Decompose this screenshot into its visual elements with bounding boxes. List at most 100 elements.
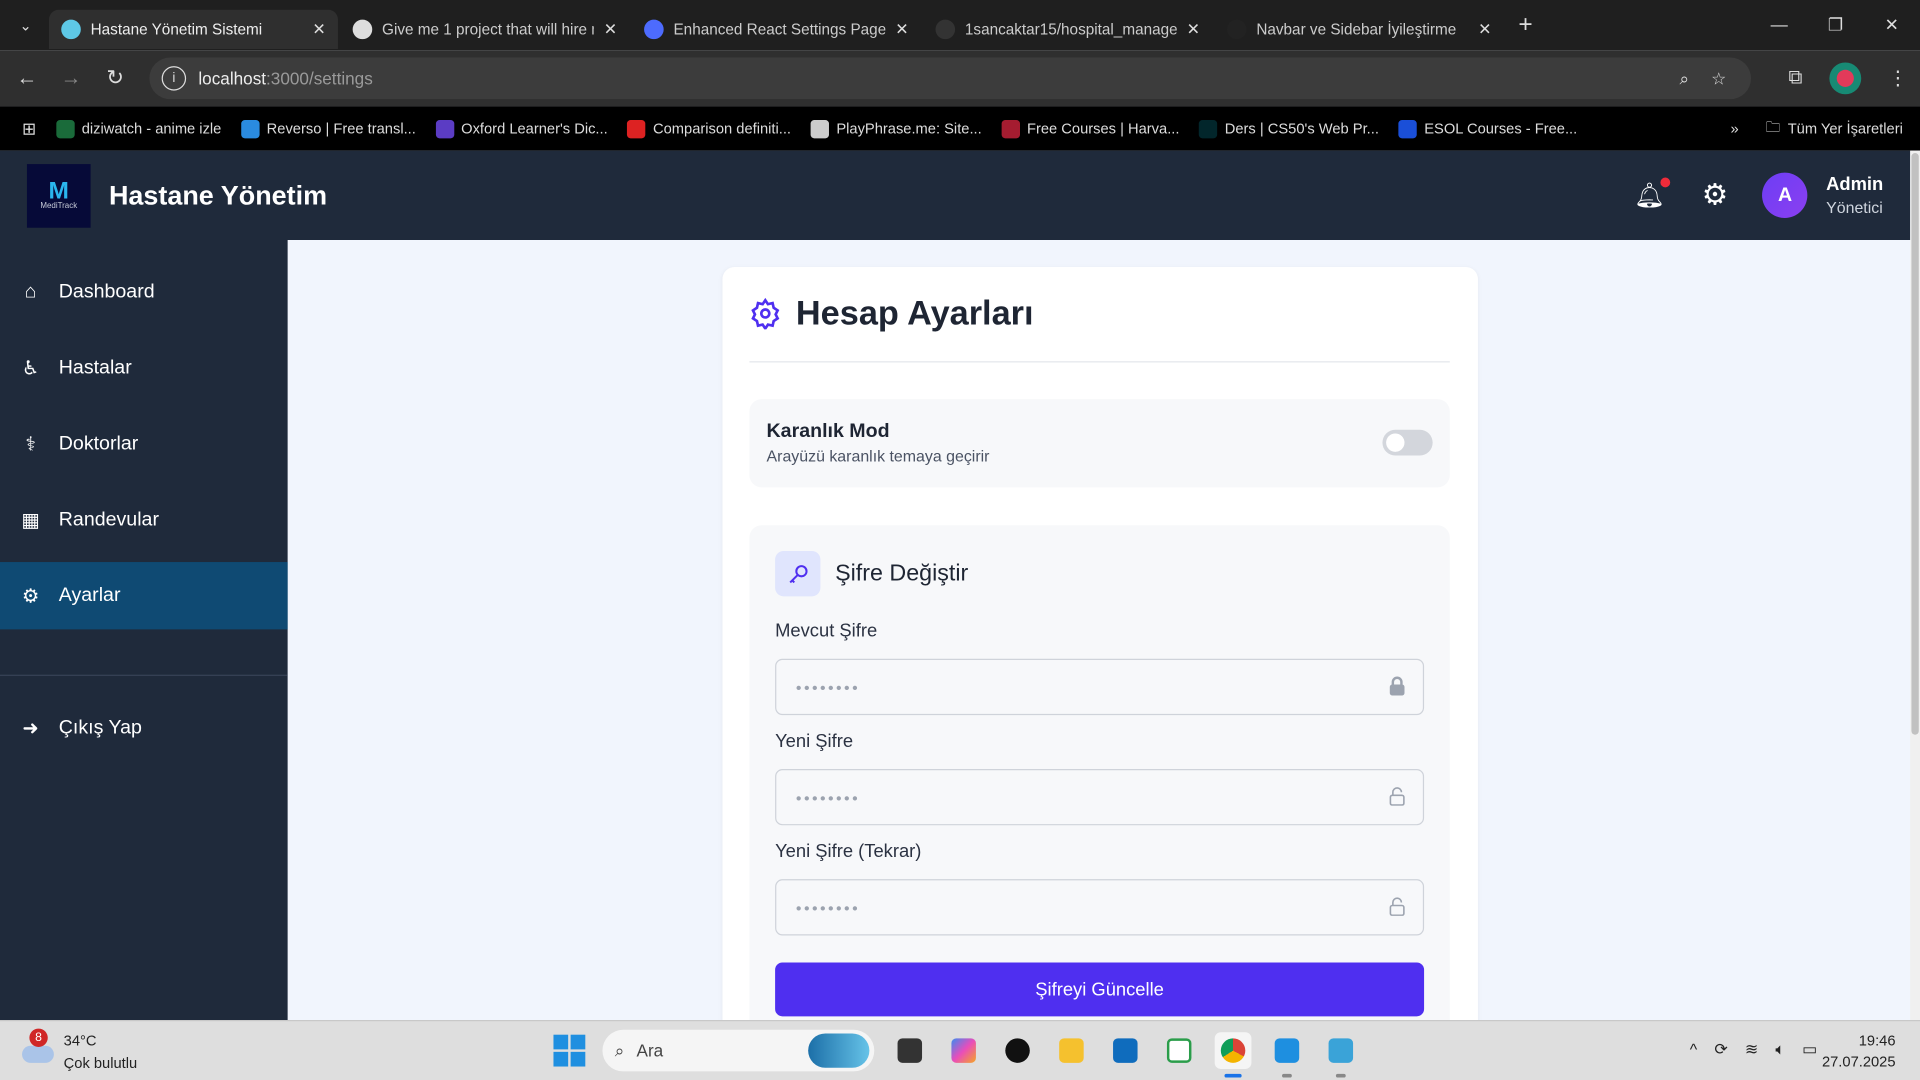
zoom-icon[interactable]: ⌕ [1680,68,1690,89]
folder-icon: 🗀 [1765,118,1781,136]
calendar-icon: ▦ [21,510,40,531]
tiktok-icon[interactable] [999,1032,1036,1069]
close-tab-icon[interactable]: ✕ [1187,19,1200,39]
sidebar-item-hastalar[interactable]: ♿︎ Hastalar [0,334,288,401]
page-scrollbar[interactable] [1910,150,1920,1021]
notepad-icon[interactable] [1322,1032,1359,1078]
app-title: Hastane Yönetim [108,179,328,211]
forward-button[interactable]: → [49,66,93,90]
browser-tab-strip: ⌄ Hastane Yönetim Sistemi ✕ Give me 1 proj… [0,0,1920,51]
copilot-icon[interactable] [945,1032,982,1069]
vscode-icon[interactable] [1269,1032,1306,1078]
gear-icon: ⚙ [21,585,40,607]
close-tab-icon[interactable]: ✕ [312,19,325,39]
battery-icon[interactable]: ▭ [1802,1040,1817,1060]
key-icon [775,551,821,597]
address-bar[interactable]: i localhost:3000/settings ⌕ ☆ [149,57,1752,100]
weather-widget[interactable]: 8 34°C Çok bulutlu [22,1028,137,1071]
user-info[interactable]: Admin Yönetici [1826,174,1883,217]
site-info-icon[interactable]: i [161,66,187,91]
notifications-bell-icon[interactable]: 🔔︎ [1634,177,1670,211]
browser-tab[interactable]: Hastane Yönetim Sistemi ✕ [48,9,338,49]
tab-title: Give me 1 project that will hire me [382,20,594,38]
close-tab-icon[interactable]: ✕ [604,19,617,39]
divider [749,361,1450,363]
bookmark-favicon-icon [1001,119,1020,138]
task-view-icon[interactable] [891,1032,928,1069]
confirm-password-input[interactable]: •••••••• [775,879,1425,936]
bookmark-favicon-icon [240,119,260,138]
tab-title: 1sancaktar15/hospital_management [964,20,1177,38]
lock-icon [1389,676,1406,699]
section-title: Şifre Değiştir [835,560,969,586]
file-explorer-icon[interactable] [1053,1032,1090,1069]
confirm-password-placeholder: •••••••• [795,898,861,917]
notes-app-icon[interactable] [1161,1032,1198,1069]
start-button[interactable] [553,1034,586,1067]
tab-search-button[interactable]: ⌄ [10,9,42,41]
change-password-section: Şifre Değiştir Mevcut Şifre •••••••• Yeni … [749,525,1450,1021]
current-password-input[interactable]: •••••••• [775,658,1425,716]
dark-mode-title: Karanlık Mod [766,421,890,443]
settings-gear-icon[interactable]: ⚙ [1702,178,1728,214]
chrome-icon[interactable] [1214,1032,1252,1078]
close-tab-icon[interactable]: ✕ [895,19,908,39]
current-password-label: Mevcut Şifre [775,620,878,642]
more-bookmarks-icon[interactable]: » [1731,120,1739,137]
restore-button[interactable]: ❐ [1807,0,1863,49]
meditrack-logo[interactable]: M MediTrack [26,163,91,228]
bookmark-item[interactable]: PlayPhrase.me: Site... [810,119,982,138]
sidebar-item-ayarlar[interactable]: ⚙ Ayarlar [0,562,288,630]
apps-icon[interactable]: ⊞ [22,118,36,139]
tab-favicon-icon [1226,18,1247,39]
bookmark-label: Reverso | Free transl... [266,120,416,138]
browser-menu-icon[interactable]: ⋮ [1888,66,1908,90]
extensions-icon[interactable]: ⧉ [1788,67,1802,89]
sidebar-item-label: Dashboard [58,281,155,302]
bookmark-star-icon[interactable]: ☆ [1711,68,1726,89]
all-bookmarks-folder[interactable]: 🗀 Tüm Yer İşaretleri [1766,116,1903,142]
user-doctor-icon: ⚕ [25,434,36,455]
sidebar-item-logout[interactable]: ➜ Çıkış Yap [0,694,288,761]
bookmark-item[interactable]: Comparison definiti... [627,119,791,138]
dark-mode-setting: Karanlık Mod Arayüzü karanlık temaya geç… [749,399,1450,488]
all-bookmarks-label: Tüm Yer İşaretleri [1787,120,1903,138]
browser-toolbar: ← → ↻ i localhost:3000/settings ⌕ ☆ ⧉ ⋮ [0,50,1920,107]
lock-icon [1389,786,1406,809]
browser-tab[interactable]: Enhanced React Settings Page Design ✕ [632,9,921,48]
bookmark-item[interactable]: Free Courses | Harva... [1001,119,1179,138]
sidebar-item-label: Ayarlar [58,584,121,606]
clock[interactable]: 19:46 27.07.2025 [1822,1031,1896,1073]
bookmark-item[interactable]: ESOL Courses - Free... [1398,119,1577,138]
chevron-up-icon[interactable]: ^ [1690,1040,1697,1060]
sidebar-item-doktorlar[interactable]: ⚕ Doktorlar [0,410,288,477]
update-password-button[interactable]: Şifreyi Güncelle [775,962,1425,1017]
taskbar-search[interactable]: ⌕ Ara [602,1029,875,1072]
reload-button[interactable]: ↻ [93,66,137,90]
back-button[interactable]: ← [5,66,49,90]
sync-icon[interactable]: ⟳ [1714,1040,1727,1060]
new-tab-button[interactable]: + [1518,11,1532,39]
minimize-button[interactable]: — [1751,0,1807,49]
bookmark-item[interactable]: Reverso | Free transl... [240,119,416,138]
profile-avatar[interactable] [1829,62,1862,95]
bookmark-item[interactable]: diziwatch - anime izle [56,119,221,138]
browser-tab[interactable]: Navbar ve Sidebar İyileştirme ✕ [1215,9,1504,48]
dark-mode-toggle[interactable] [1382,429,1433,456]
close-window-button[interactable]: ✕ [1864,0,1920,49]
settings-gear-icon [751,297,780,330]
tab-favicon-icon [352,18,373,39]
sidebar-item-dashboard[interactable]: ⌂ Dashboard [0,258,288,325]
wifi-icon[interactable]: ≋ [1745,1040,1758,1060]
new-password-input[interactable]: •••••••• [775,768,1425,826]
volume-icon[interactable]: 🔈︎ [1775,1040,1785,1060]
new-password-label: Yeni Şifre [775,731,854,752]
close-tab-icon[interactable]: ✕ [1478,19,1491,39]
bookmark-item[interactable]: Oxford Learner's Dic... [435,119,608,138]
outlook-icon[interactable] [1107,1032,1144,1069]
browser-tab[interactable]: 1sancaktar15/hospital_management ✕ [923,9,1212,48]
browser-tab[interactable]: Give me 1 project that will hire me ✕ [340,9,629,48]
user-avatar[interactable]: A [1762,172,1808,218]
sidebar-item-randevular[interactable]: ▦ Randevular [0,486,288,553]
bookmark-item[interactable]: Ders | CS50's Web Pr... [1199,119,1379,138]
